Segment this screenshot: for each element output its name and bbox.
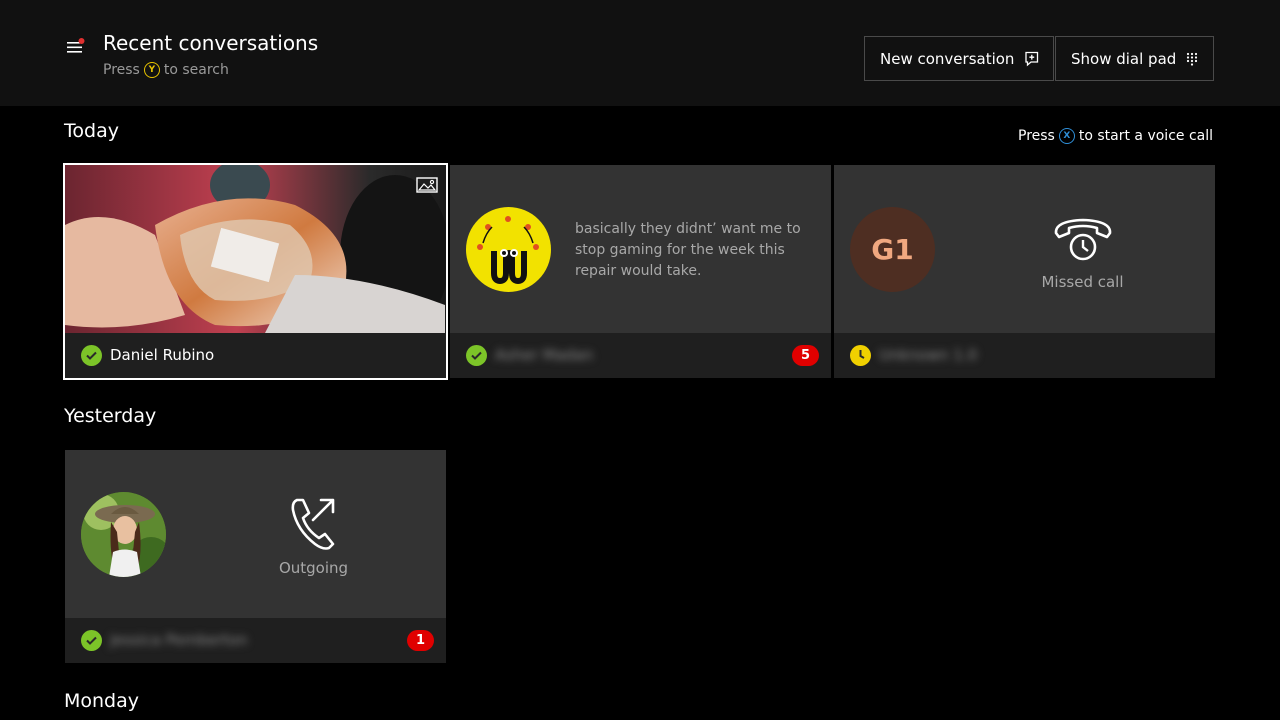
conversation-tile-message[interactable]: basically they didnt’ want me to stop ga… [450,165,831,378]
shared-photo-image [65,165,446,333]
menu-notification-icon[interactable] [67,38,85,54]
contact-name: Jessica Pemberton [110,631,248,649]
show-dial-pad-button[interactable]: Show dial pad [1055,36,1214,81]
tile-footer: Jessica Pemberton 1 [65,618,446,663]
unread-badge: 1 [407,630,434,651]
contact-name: Unknown 1.0 [879,346,978,364]
octopus-avatar-icon [477,216,539,285]
tile-body: basically they didnt’ want me to stop ga… [450,165,831,333]
top-bar: Recent conversations Press Y to search N… [0,0,1280,106]
contact-name: Daniel Rubino [110,346,215,364]
online-status-icon [81,345,102,366]
shared-photo [65,165,446,333]
x-button-icon: X [1058,128,1075,144]
tile-body: Outgoing [65,450,446,618]
missed-call-icon [892,213,1215,267]
voice-hint-prefix: Press [1018,128,1055,144]
tile-body: G1 Missed call [834,165,1215,333]
search-hint-prefix: Press [103,62,140,78]
tile-footer: Daniel Rubino [65,333,446,378]
voice-call-hint: Press X to start a voice call [1018,128,1213,144]
conversation-tile-missed-call[interactable]: G1 Missed call Unknown 1.0 [834,165,1215,378]
tile-footer: Asher Madan 5 [450,333,831,378]
call-status-label: Outgoing [278,559,349,577]
contact-name: Asher Madan [495,346,594,364]
dial-pad-icon [1187,52,1198,66]
away-status-icon [850,345,871,366]
search-hint-suffix: to search [163,62,229,78]
y-button-icon: Y [143,62,160,78]
unread-badge: 5 [792,345,819,366]
section-today: Today [64,120,119,142]
new-conversation-label: New conversation [880,49,1015,68]
voice-hint-suffix: to start a voice call [1078,128,1214,144]
page-title: Recent conversations [103,31,319,55]
search-hint: Press Y to search [103,62,229,78]
avatar [466,207,551,292]
section-monday: Monday [64,690,140,712]
section-yesterday: Yesterday [64,405,157,427]
conversation-tile-outgoing-call[interactable]: Outgoing Jessica Pemberton 1 [65,450,446,663]
new-conversation-button[interactable]: New conversation [864,36,1054,81]
outgoing-call-icon [123,494,446,554]
message-preview: basically they didnt’ want me to stop ga… [575,221,801,279]
image-icon [416,177,438,193]
online-status-icon [466,345,487,366]
call-status-label: Missed call [1041,273,1124,291]
conversation-tile-daniel[interactable]: Daniel Rubino [63,163,448,380]
tile-footer: Unknown 1.0 [834,333,1215,378]
dial-pad-label: Show dial pad [1071,49,1177,68]
online-status-icon [81,630,102,651]
new-conversation-icon [1025,51,1039,66]
